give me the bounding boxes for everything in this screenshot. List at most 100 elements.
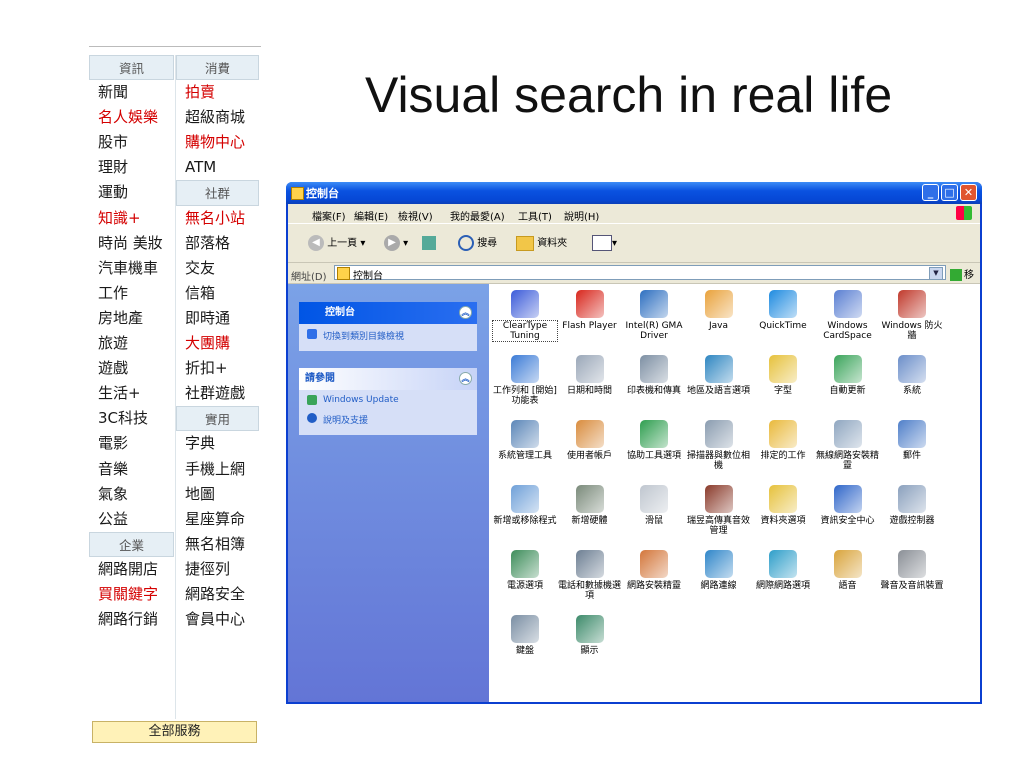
portal-link[interactable]: 字典 [176, 431, 259, 456]
portal-link[interactable]: 大團購 [176, 331, 259, 356]
portal-link[interactable]: 時尚 美妝 [89, 231, 174, 256]
control-panel-item[interactable]: 印表機和傳真 [622, 355, 686, 396]
collapse-icon[interactable]: ︽ [459, 372, 472, 385]
menu-help[interactable]: 說明(H) [564, 208, 599, 223]
control-panel-item[interactable]: 日期和時間 [558, 355, 622, 396]
portal-link[interactable]: 音樂 [89, 457, 174, 482]
portal-link[interactable]: 遊戲 [89, 356, 174, 381]
control-panel-item[interactable]: Java [687, 290, 751, 331]
control-panel-item[interactable]: Windows 防火牆 [880, 290, 944, 341]
control-panel-item[interactable]: 滑鼠 [622, 485, 686, 526]
switch-to-category-view-link[interactable]: 切換到類別目錄檢視 [299, 324, 477, 345]
portal-link[interactable]: 網路行銷 [89, 607, 174, 632]
portal-link[interactable]: 電影 [89, 431, 174, 456]
portal-link[interactable]: 超級商城 [176, 105, 259, 130]
portal-link[interactable]: 工作 [89, 281, 174, 306]
portal-link[interactable]: 捷徑列 [176, 557, 259, 582]
up-folder-button[interactable] [422, 235, 436, 253]
menu-tools[interactable]: 工具(T) [518, 208, 552, 223]
portal-link[interactable]: 理財 [89, 155, 174, 180]
control-panel-panel-header[interactable]: 控制台 ︽ [299, 302, 477, 324]
control-panel-item[interactable]: 自動更新 [816, 355, 880, 396]
see-also-panel-header[interactable]: 請參閱 ︽ [299, 368, 477, 390]
portal-link[interactable]: 購物中心 [176, 130, 259, 155]
control-panel-item[interactable]: 聲音及音訊裝置 [880, 550, 944, 591]
portal-link[interactable]: 即時通 [176, 306, 259, 331]
portal-link[interactable]: 買關鍵字 [89, 582, 174, 607]
control-panel-item[interactable]: 資料夾選項 [751, 485, 815, 526]
control-panel-item[interactable]: 資訊安全中心 [816, 485, 880, 526]
portal-link[interactable]: 無名相簿 [176, 532, 259, 557]
menu-favorites[interactable]: 我的最愛(A) [450, 208, 505, 223]
portal-link[interactable]: 運動 [89, 180, 174, 205]
control-panel-item[interactable]: 協助工具選項 [622, 420, 686, 461]
portal-link[interactable]: 氣象 [89, 482, 174, 507]
control-panel-item[interactable]: 地區及語言選項 [687, 355, 751, 396]
portal-link[interactable]: 信箱 [176, 281, 259, 306]
control-panel-item[interactable]: 網路連線 [687, 550, 751, 591]
portal-link[interactable]: 新聞 [89, 80, 174, 105]
control-panel-item[interactable]: 掃描器與數位相機 [687, 420, 751, 471]
control-panel-item[interactable]: Intel(R) GMA Driver [622, 290, 686, 341]
control-panel-item[interactable]: 電源選項 [493, 550, 557, 591]
menu-file[interactable]: 檔案(F) [312, 208, 346, 223]
portal-link[interactable]: 交友 [176, 256, 259, 281]
control-panel-item[interactable]: 字型 [751, 355, 815, 396]
portal-link[interactable]: 公益 [89, 507, 174, 532]
control-panel-item[interactable]: 無線網路安裝精靈 [816, 420, 880, 471]
search-button[interactable]: 搜尋 [458, 235, 497, 253]
control-panel-item[interactable]: 網路安裝精靈 [622, 550, 686, 591]
control-panel-item[interactable]: 使用者帳戶 [558, 420, 622, 461]
views-button[interactable]: ▾ [592, 235, 617, 253]
portal-link[interactable]: ATM [176, 155, 259, 180]
forward-button[interactable]: ▶ ▾ [384, 235, 408, 253]
control-panel-item[interactable]: 遊戲控制器 [880, 485, 944, 526]
control-panel-item[interactable]: 語音 [816, 550, 880, 591]
control-panel-item[interactable]: 系統 [880, 355, 944, 396]
control-panel-item[interactable]: 瑞昱高傳真音效管理 [687, 485, 751, 536]
portal-link[interactable]: 拍賣 [176, 80, 259, 105]
collapse-icon[interactable]: ︽ [459, 306, 472, 319]
control-panel-item[interactable]: 顯示 [558, 615, 622, 656]
control-panel-item[interactable]: 排定的工作 [751, 420, 815, 461]
control-panel-item[interactable]: 網際網路選項 [751, 550, 815, 591]
portal-link[interactable]: 3C科技 [89, 406, 174, 431]
address-field[interactable]: 控制台 ▼ [334, 265, 946, 282]
portal-link[interactable]: 手機上網 [176, 457, 259, 482]
close-button[interactable]: ✕ [960, 184, 977, 201]
portal-link[interactable]: 社群遊戲 [176, 381, 259, 406]
minimize-button[interactable]: _ [922, 184, 939, 201]
portal-link[interactable]: 名人娛樂 [89, 105, 174, 130]
menu-view[interactable]: 檢視(V) [398, 208, 433, 223]
help-support-link[interactable]: 說明及支援 [299, 408, 477, 429]
control-panel-item[interactable]: 新增硬體 [558, 485, 622, 526]
all-services-button[interactable]: 全部服務 [92, 721, 257, 743]
folders-button[interactable]: 資料夾 [516, 235, 567, 253]
portal-link[interactable]: 網路開店 [89, 557, 174, 582]
title-bar[interactable]: 控制台 _ □ ✕ [286, 182, 982, 204]
portal-link[interactable]: 星座算命 [176, 507, 259, 532]
portal-link[interactable]: 生活+ [89, 381, 174, 406]
portal-link[interactable]: 知識+ [89, 206, 174, 231]
portal-link[interactable]: 汽車機車 [89, 256, 174, 281]
portal-link[interactable]: 地圖 [176, 482, 259, 507]
portal-link[interactable]: 房地產 [89, 306, 174, 331]
menu-edit[interactable]: 編輯(E) [354, 208, 388, 223]
control-panel-item[interactable]: 新增或移除程式 [493, 485, 557, 526]
control-panel-item[interactable]: 郵件 [880, 420, 944, 461]
maximize-button[interactable]: □ [941, 184, 958, 201]
back-button[interactable]: ◀ 上一頁 ▾ [308, 235, 365, 253]
windows-update-link[interactable]: Windows Update [299, 390, 477, 408]
portal-link[interactable]: 網路安全 [176, 582, 259, 607]
portal-link[interactable]: 旅遊 [89, 331, 174, 356]
control-panel-item[interactable]: Flash Player [558, 290, 622, 331]
control-panel-item[interactable]: 電話和數據機選項 [558, 550, 622, 601]
control-panel-item[interactable]: 鍵盤 [493, 615, 557, 656]
address-dropdown-icon[interactable]: ▼ [929, 267, 943, 280]
portal-link[interactable]: 會員中心 [176, 607, 259, 632]
control-panel-item[interactable]: 工作列和 [開始] 功能表 [493, 355, 557, 406]
portal-link[interactable]: 無名小站 [176, 206, 259, 231]
control-panel-item[interactable]: 系統管理工具 [493, 420, 557, 461]
control-panel-item[interactable]: QuickTime [751, 290, 815, 331]
portal-link[interactable]: 折扣+ [176, 356, 259, 381]
